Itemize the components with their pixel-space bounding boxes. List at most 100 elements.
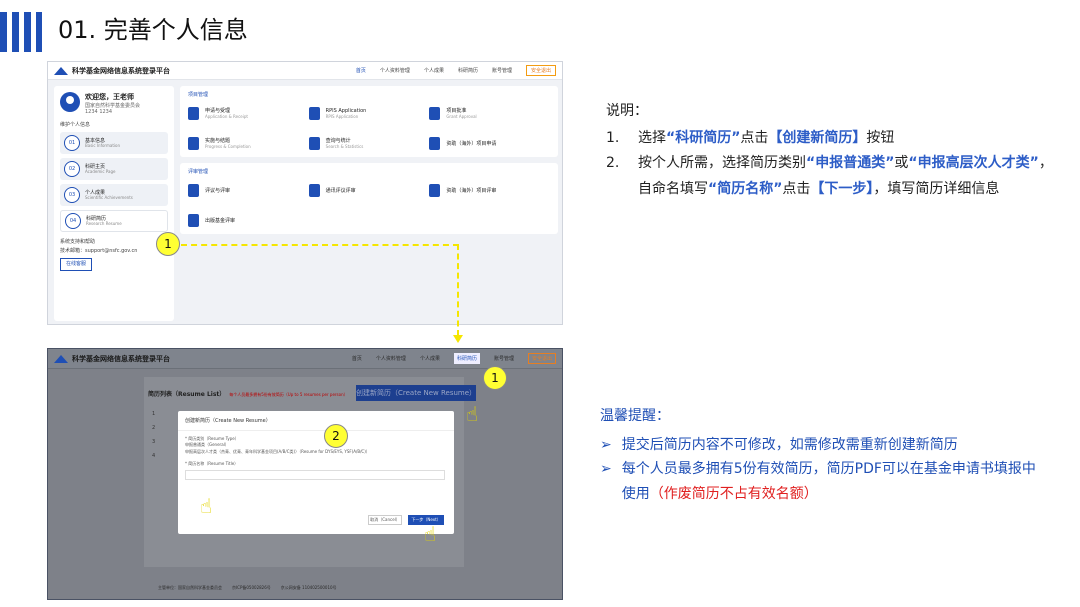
arrow-bullet-icon: ➢: [600, 436, 612, 453]
nav-achievements[interactable]: 个人成果: [424, 67, 444, 74]
document-icon: [188, 213, 199, 227]
arrow-down-icon: [453, 335, 463, 343]
resume-list-title: 简历列表（Resume List） 每个人员最多拥有5份有效简历（Up to 5 …: [148, 391, 348, 398]
row-number: 2: [152, 425, 156, 431]
sidebar-item-en: Scientific Achievements: [85, 194, 133, 200]
nsfc-logo-icon: [54, 354, 68, 363]
panel-title: 评审管理: [188, 169, 209, 175]
document-icon: [429, 183, 441, 197]
user-phone: 1234 1234: [85, 109, 113, 115]
arrow-bullet-icon: ➢: [600, 461, 612, 477]
topbar: 科学基金网络信息系统登录平台 首页 个人资料管理 个人成果 科研简历 账号管理 …: [48, 349, 562, 369]
document-icon: [188, 183, 199, 197]
panel-title: 项目管理: [188, 92, 209, 98]
slide-title: 01. 完善个人信息: [58, 16, 248, 44]
callout-1-sidebar: 1: [156, 232, 180, 256]
instructions: 说明： 1. 选择“科研简历”点击【创建新简历】按钮 2. 按个人所需，选择简历…: [606, 99, 1066, 202]
reminder-2: ➢ 每个人员最多拥有5份有效简历，简历PDF可以在基金申请书填报中使用（作废简历…: [600, 457, 1040, 506]
nav-home[interactable]: 首页: [352, 355, 362, 362]
exit-button[interactable]: 安全退出: [527, 353, 556, 364]
connector-line: [457, 244, 459, 336]
pointer-hand-icon: ☝: [424, 522, 437, 546]
user-greeting: 欢迎您，王老师: [85, 93, 134, 101]
sidebar-item-academic[interactable]: 02 科研主页 Academic Page: [60, 158, 168, 180]
document-icon: [188, 136, 199, 150]
main-panels: 项目管理 申请与受理 Application & Receipt RPIS App…: [180, 86, 558, 321]
chart-icon: [308, 136, 320, 150]
reminders: 温馨提醒： ➢ 提交后简历内容不可修改，如需修改需重新创建新简历 ➢ 每个人员最…: [600, 404, 1040, 506]
dialog-title: 创建新简历（Create New Resume）: [178, 411, 454, 431]
app-title: 科学基金网络信息系统登录平台: [72, 66, 170, 75]
card-statistics[interactable]: 查询与统计 Search & Statistics: [308, 134, 430, 152]
card-approval[interactable]: 项目批准 Grant Approval: [429, 104, 550, 122]
support-email: 技术邮箱：support@nsfc.gov.cn: [60, 248, 138, 254]
card-rpis[interactable]: RPIS Application RPIS Application: [308, 104, 430, 122]
reminder-1: ➢ 提交后简历内容不可修改，如需修改需重新创建新简历: [600, 433, 1040, 458]
cancel-button[interactable]: 取消（Cancel）: [368, 515, 402, 525]
sidebar-section-title: 维护个人信息: [60, 122, 91, 128]
resume-type-talent-radio[interactable]: 申报高层次人才类（杰青、优青、青年科学基金项目(A/B/C类)）（Resume …: [185, 449, 447, 455]
card-publish-review[interactable]: 出版基金评审: [188, 211, 309, 229]
building-icon: [308, 106, 320, 120]
item-number: 03: [64, 187, 80, 203]
nav-account[interactable]: 账号管理: [494, 355, 514, 362]
sidebar-item-achievements[interactable]: 03 个人成果 Scientific Achievements: [60, 184, 168, 206]
user-org: 国家自然科学基金委员会: [85, 103, 141, 109]
sidebar-item-en: Basic Information: [85, 142, 121, 148]
screenshot-home: 科学基金网络信息系统登录平台 首页 个人资料管理 个人成果 科研简历 账号管理 …: [47, 61, 563, 325]
support-box: 系统支持和帮助 技术邮箱：support@nsfc.gov.cn 在线客服: [60, 238, 168, 271]
nav-profile[interactable]: 个人资料管理: [376, 355, 406, 362]
resume-title-label: * 简历名称（Resume Title）: [185, 461, 239, 467]
sidebar-item-basic[interactable]: 01 基本信息 Basic Information: [60, 132, 168, 154]
create-new-resume-button[interactable]: 创建新简历（Create New Resume）: [356, 385, 476, 401]
instructions-heading: 说明：: [606, 103, 648, 119]
row-number: 1: [152, 411, 156, 417]
create-resume-dialog: 创建新简历（Create New Resume） * 简历类别（Resume T…: [178, 411, 454, 534]
card-progress[interactable]: 实施与结题 Progress & Completion: [188, 134, 309, 152]
instruction-step-1: 1. 选择“科研简历”点击【创建新简历】按钮: [606, 130, 895, 147]
item-number: 01: [64, 135, 80, 151]
sidebar-item-en: Research Resume: [86, 220, 122, 226]
item-number: 04: [65, 213, 81, 229]
nsfc-logo-icon: [54, 66, 68, 75]
title-bar-3: [24, 12, 31, 52]
top-nav: 首页 个人资料管理 个人成果 科研简历 账号管理 安全退出: [356, 65, 556, 76]
document-icon: [188, 106, 199, 120]
sidebar-item-resume[interactable]: 04 科研简历 Research Resume: [60, 210, 168, 232]
nav-resume[interactable]: 科研简历: [458, 67, 478, 74]
pointer-hand-icon: ☝: [200, 494, 213, 518]
sidebar-item-en: Academic Page: [85, 168, 116, 174]
pointer-hand-icon: ☝: [466, 402, 479, 426]
card-overseas-apply[interactable]: 资助（海外）项目申请: [429, 134, 550, 152]
row-number: 4: [152, 453, 156, 459]
nav-home[interactable]: 首页: [356, 67, 366, 74]
nav-profile[interactable]: 个人资料管理: [380, 67, 410, 74]
support-title: 系统支持和帮助: [60, 239, 96, 245]
card-review[interactable]: 评议与评审: [188, 181, 309, 199]
document-icon: [429, 106, 441, 120]
user-card: 欢迎您，王老师 国家自然科学基金委员会 1234 1234: [60, 92, 168, 115]
online-service-button[interactable]: 在线客服: [60, 258, 93, 271]
sidebar: 欢迎您，王老师 国家自然科学基金委员会 1234 1234 维护个人信息 01 …: [54, 86, 174, 321]
resume-title-input[interactable]: [185, 469, 445, 480]
panel-review: 评审管理 评议与评审 通讯评议评审 资助（海外）项目评审 出版基金评审: [180, 163, 558, 234]
nav-account[interactable]: 账号管理: [492, 67, 512, 74]
topbar: 科学基金网络信息系统登录平台 首页 个人资料管理 个人成果 科研简历 账号管理 …: [48, 62, 562, 80]
card-application[interactable]: 申请与受理 Application & Receipt: [188, 104, 309, 122]
card-overseas-review[interactable]: 资助（海外）项目评审: [429, 181, 550, 199]
connector-line: [181, 244, 459, 246]
card-comm-review[interactable]: 通讯评议评审: [308, 181, 430, 199]
top-nav: 首页 个人资料管理 个人成果 科研简历 账号管理 安全退出: [352, 353, 556, 364]
instruction-step-2: 2. 按个人所需，选择简历类别“申报普通类”或“申报高层次人才类”，自命名填写“…: [606, 155, 1053, 197]
nav-achievements[interactable]: 个人成果: [420, 355, 440, 362]
row-number: 3: [152, 439, 156, 445]
avatar: [60, 92, 80, 112]
title-bar-1: [0, 12, 7, 52]
app-title: 科学基金网络信息系统登录平台: [72, 354, 170, 363]
title-bar-2: [12, 12, 19, 52]
footer: 主管单位：国家自然科学基金委员会 京ICP备05002826号 京公网安备 11…: [158, 585, 337, 590]
callout-2-dialog: 2: [324, 424, 348, 448]
panel-project: 项目管理 申请与受理 Application & Receipt RPIS App…: [180, 86, 558, 157]
exit-button[interactable]: 安全退出: [525, 65, 556, 76]
nav-resume[interactable]: 科研简历: [453, 353, 480, 364]
